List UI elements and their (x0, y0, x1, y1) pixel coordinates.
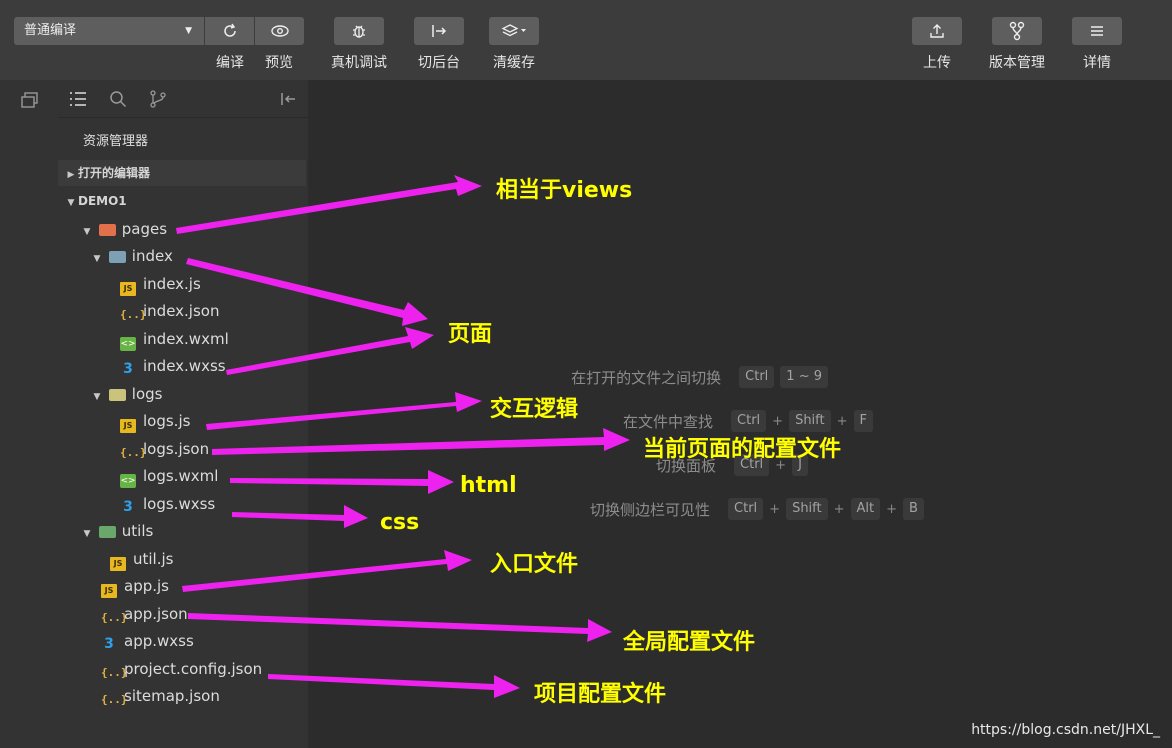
arrow-pages (176, 175, 482, 234)
annotation-logic: 交互逻辑 (490, 397, 579, 422)
annotation-html: html (460, 473, 517, 498)
arrow-app-json (188, 613, 612, 642)
arrow-logs-json (212, 428, 630, 455)
annotation-arrows (176, 175, 630, 698)
annotation-page-config: 当前页面的配置文件 (643, 437, 842, 462)
arrow-logs-js (206, 392, 482, 430)
arrow-index-wxss (226, 327, 434, 375)
arrow-index (186, 258, 428, 326)
arrow-project-config (268, 674, 520, 698)
watermark: https://blog.csdn.net/JHXL_ (971, 722, 1160, 738)
annotation-css: css (380, 510, 420, 535)
annotation-project-config: 项目配置文件 (534, 682, 667, 707)
annotation-entry: 入口文件 (490, 552, 579, 577)
arrow-logs-wxml (230, 470, 454, 494)
annotation-global-config: 全局配置文件 (623, 630, 756, 655)
annotation-page: 页面 (448, 322, 493, 347)
annotation-views: 相当于views (496, 178, 633, 203)
arrow-app-js (182, 550, 472, 592)
arrow-logs-wxss (232, 505, 368, 528)
